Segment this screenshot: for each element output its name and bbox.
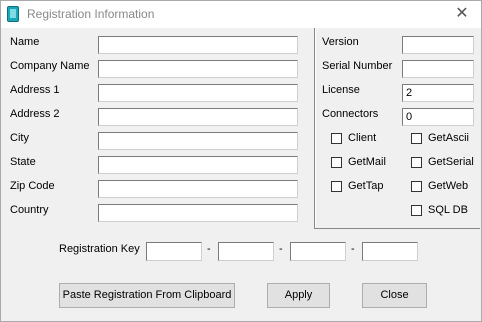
sql-db-checkbox-label: SQL DB xyxy=(428,204,468,216)
license-field[interactable]: 2 xyxy=(402,84,474,102)
getmail-checkbox-label: GetMail xyxy=(348,156,386,168)
registration-dialog: Registration Information ✕ Name Company … xyxy=(0,0,482,322)
state-field[interactable] xyxy=(98,156,298,174)
registration-key-label: Registration Key xyxy=(59,243,140,255)
window-title: Registration Information xyxy=(27,7,155,21)
key-separator: - xyxy=(279,243,283,255)
name-label: Name xyxy=(10,36,40,48)
address-2-label: Address 2 xyxy=(10,108,60,120)
apply-button[interactable]: Apply xyxy=(267,283,330,308)
serial-number-field[interactable] xyxy=(402,60,474,78)
company-name-label: Company Name xyxy=(10,60,90,72)
registration-key-part-2[interactable] xyxy=(218,242,274,261)
city-label: City xyxy=(10,132,29,144)
app-icon xyxy=(7,6,19,22)
zip-code-label: Zip Code xyxy=(10,180,55,192)
checkbox-box[interactable] xyxy=(331,133,342,144)
key-separator: - xyxy=(351,243,355,255)
checkbox-box[interactable] xyxy=(331,181,342,192)
close-icon[interactable]: ✕ xyxy=(451,4,473,24)
getserial-checkbox-label: GetSerial xyxy=(428,156,474,168)
checkbox-box[interactable] xyxy=(411,133,422,144)
gettap-checkbox-label: GetTap xyxy=(348,180,384,192)
client-checkbox-label: Client xyxy=(348,132,377,144)
title-bar[interactable]: Registration Information ✕ xyxy=(1,1,481,28)
version-field[interactable] xyxy=(402,36,474,54)
serial-number-label: Serial Number xyxy=(322,60,393,72)
zip-code-field[interactable] xyxy=(98,180,298,198)
checkbox-box[interactable] xyxy=(331,157,342,168)
country-field[interactable] xyxy=(98,204,298,222)
registration-key-part-4[interactable] xyxy=(362,242,418,261)
address-2-field[interactable] xyxy=(98,108,298,126)
state-label: State xyxy=(10,156,36,168)
address-1-label: Address 1 xyxy=(10,84,60,96)
company-name-field[interactable] xyxy=(98,60,298,78)
key-separator: - xyxy=(207,243,211,255)
connectors-label: Connectors xyxy=(322,108,379,120)
paste-registration-button[interactable]: Paste Registration From Clipboard xyxy=(59,283,235,308)
checkbox-box[interactable] xyxy=(411,205,422,216)
name-field[interactable] xyxy=(98,36,298,54)
city-field[interactable] xyxy=(98,132,298,150)
registration-key-part-1[interactable] xyxy=(146,242,202,261)
close-button[interactable]: Close xyxy=(362,283,427,308)
license-label: License xyxy=(322,84,360,96)
registration-key-part-3[interactable] xyxy=(290,242,346,261)
license-panel xyxy=(314,28,480,229)
country-label: Country xyxy=(10,204,49,216)
connectors-field[interactable]: 0 xyxy=(402,108,474,126)
getweb-checkbox-label: GetWeb xyxy=(428,180,469,192)
version-label: Version xyxy=(322,36,359,48)
checkbox-box[interactable] xyxy=(411,181,422,192)
getascii-checkbox-label: GetAscii xyxy=(428,132,469,144)
checkbox-box[interactable] xyxy=(411,157,422,168)
address-1-field[interactable] xyxy=(98,84,298,102)
